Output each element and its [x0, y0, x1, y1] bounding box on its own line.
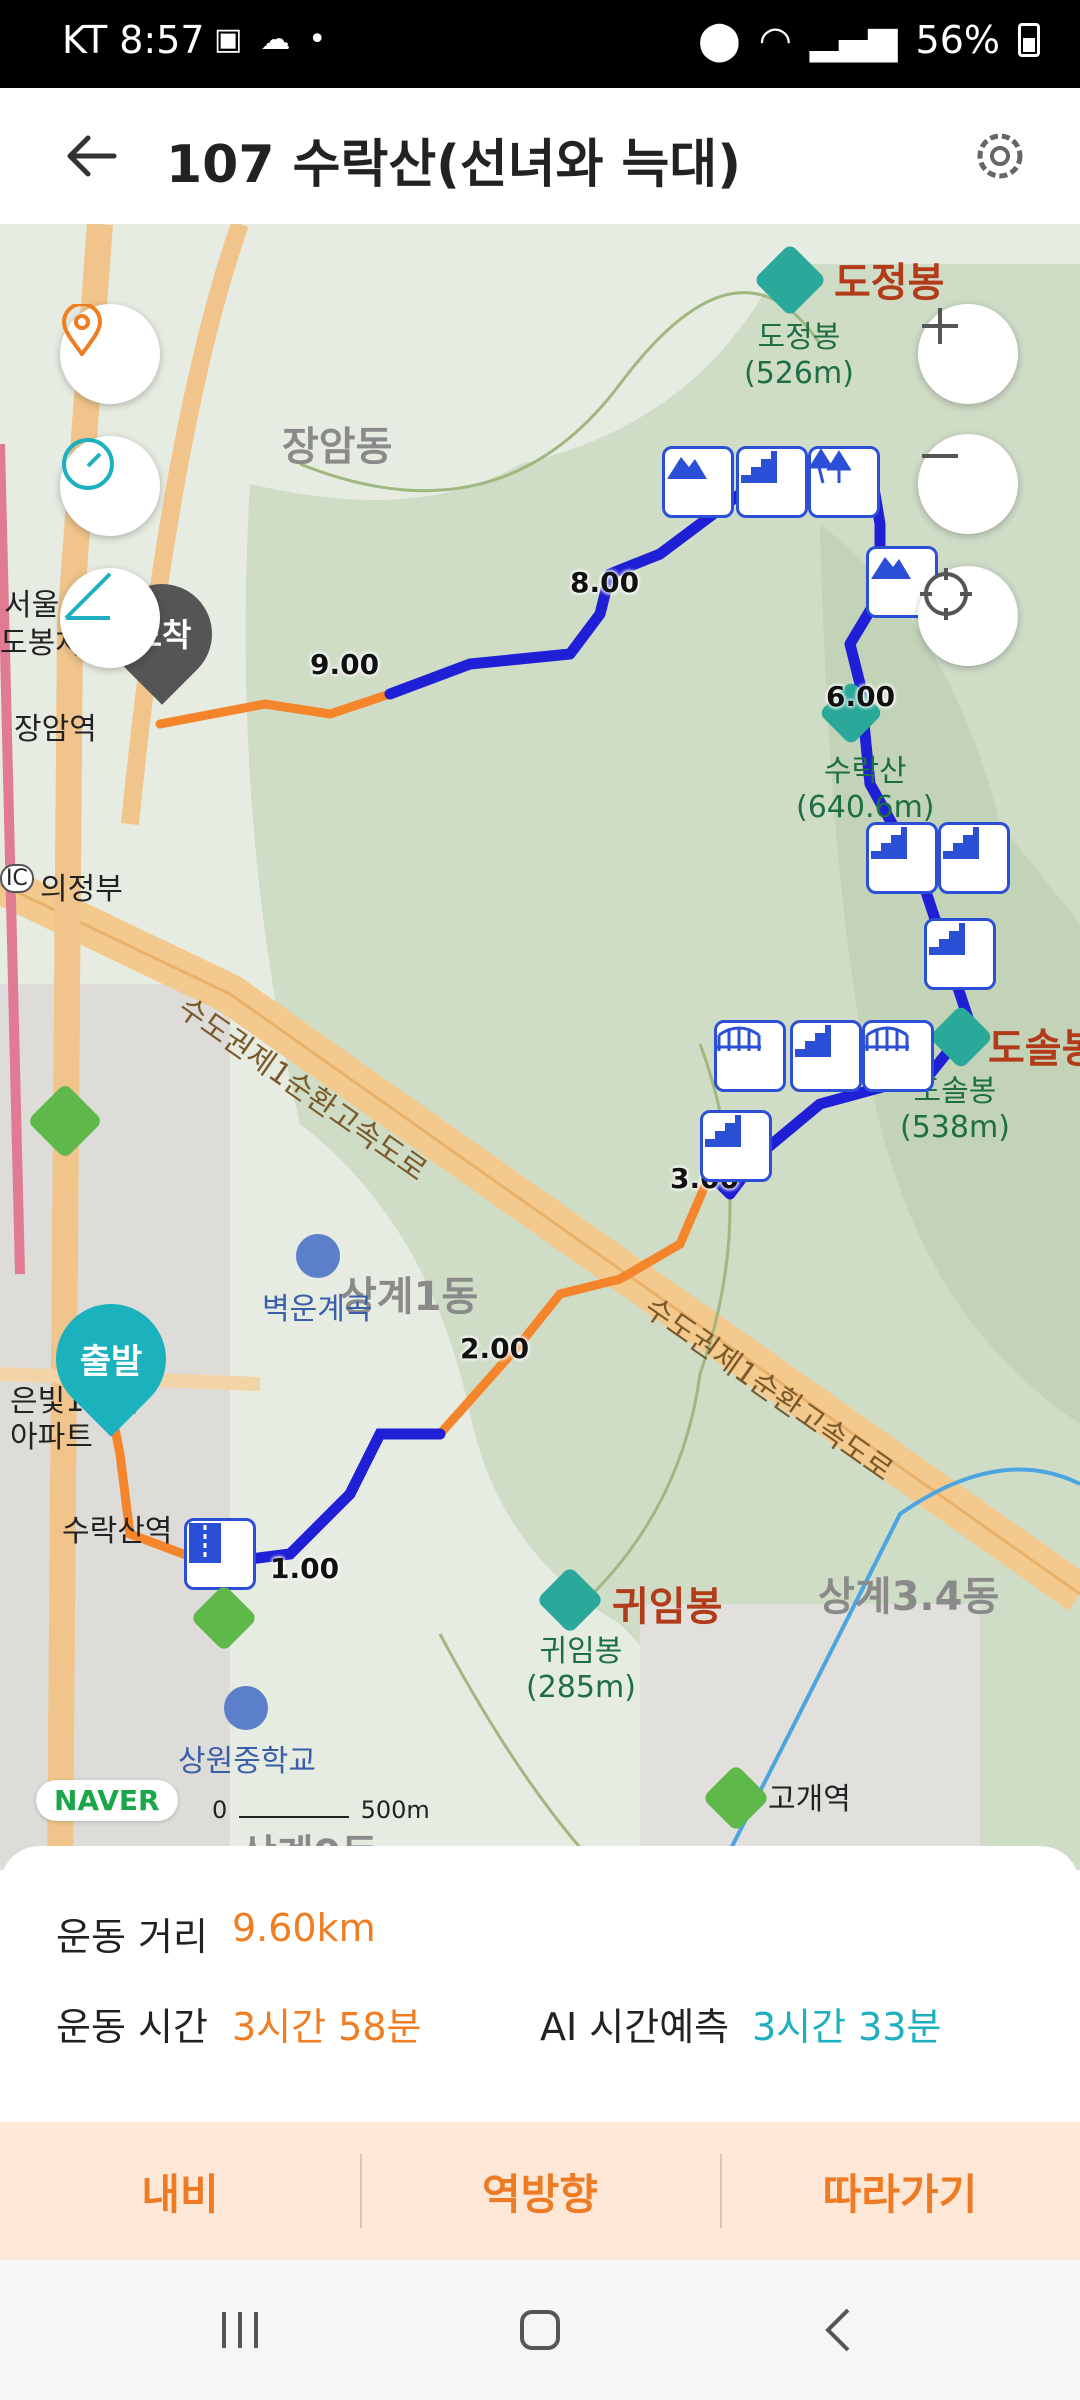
peak-name[interactable]: 도솔봉	[988, 1016, 1080, 1074]
recent-apps-icon[interactable]	[200, 2300, 280, 2360]
crosshair-icon	[920, 568, 972, 620]
gallery-icon: ▣	[214, 22, 243, 57]
signal-icon: ▂▄▆	[809, 18, 898, 62]
reverse-route-button[interactable]: 역방향	[360, 2122, 720, 2260]
battery-percent: 56%	[915, 18, 1000, 62]
peak-name[interactable]: 귀임봉	[612, 1574, 722, 1632]
km-marker: 9.00	[310, 648, 380, 681]
valley-icon[interactable]	[296, 1234, 340, 1278]
zoom-out-button[interactable]	[918, 434, 1018, 534]
bridge-poi-icon[interactable]	[862, 1020, 934, 1092]
peak-detail: 귀임봉 (285m)	[526, 1634, 636, 1705]
km-marker: 6.00	[826, 680, 896, 713]
page-title: 107 수락산(선녀와 늑대)	[166, 135, 742, 195]
start-label: 출발	[79, 1342, 143, 1382]
system-nav-bar	[0, 2260, 1080, 2400]
home-icon[interactable]	[500, 2300, 580, 2360]
dot-icon: •	[308, 22, 327, 57]
km-marker: 1.00	[270, 1552, 340, 1585]
distance-label: 운동 거리	[56, 1915, 208, 1959]
wifi-icon: ◠	[758, 18, 792, 62]
km-marker: 8.00	[570, 566, 640, 599]
stairs-poi-icon[interactable]	[790, 1020, 862, 1092]
status-bar: KT 8:57 ▣ ☁ • ⬤ ◠ ▂▄▆ 56%	[0, 0, 1080, 88]
map-scale: 0 500m	[212, 1796, 430, 1824]
battery-icon	[1018, 23, 1040, 57]
scale-length: 500m	[360, 1796, 430, 1824]
follow-route-button[interactable]: 따라가기	[720, 2122, 1080, 2260]
scale-zero: 0	[212, 1796, 228, 1824]
stairs-poi-icon[interactable]	[924, 918, 996, 990]
stairs-poi-icon[interactable]	[700, 1110, 772, 1182]
back-arrow-icon[interactable]	[60, 126, 120, 186]
navigation-button[interactable]: 내비	[0, 2122, 360, 2260]
summary-panel: 운동 거리 9.60km 운동 시간 3시간 58분 AI 시간예측 3시간 3…	[0, 1846, 1080, 2098]
slope-button[interactable]	[60, 568, 160, 668]
map-view[interactable]: 장암동 상계1동 상계3.4동 상계9동 도정봉 도정봉 (526m) 수락산 …	[0, 224, 1080, 1870]
km-marker: 2.00	[460, 1332, 530, 1365]
distance-value: 9.60km	[232, 1906, 376, 1950]
crosswalk-poi-icon[interactable]	[184, 1518, 256, 1590]
ai-time-value: 3시간 33분	[752, 2005, 942, 2049]
place-label[interactable]: 의정부	[40, 864, 123, 908]
peak-detail: 도정봉 (526m)	[744, 320, 854, 391]
speedometer-button[interactable]	[60, 436, 160, 536]
station-label[interactable]: 수락산역	[62, 1506, 172, 1550]
station-label[interactable]: 고개역	[768, 1774, 851, 1818]
location-icon: ⬤	[698, 18, 741, 62]
school-icon[interactable]	[224, 1686, 268, 1730]
stairs-poi-icon[interactable]	[736, 446, 808, 518]
location-pin-button[interactable]	[60, 304, 160, 404]
area-label: 장암동	[282, 424, 393, 470]
stairs-poi-icon[interactable]	[866, 822, 938, 894]
peak-name[interactable]: 도정봉	[834, 250, 944, 308]
location-pin-icon	[61, 304, 103, 356]
header: 107 수락산(선녀와 늑대)	[0, 88, 1080, 225]
stairs-poi-icon[interactable]	[938, 822, 1010, 894]
forest-poi-icon[interactable]	[808, 446, 880, 518]
time-value: 3시간 58분	[232, 2005, 422, 2049]
plus-icon	[922, 308, 958, 344]
cloud-icon: ☁	[260, 22, 291, 57]
notification-icons: ▣ ☁ •	[214, 22, 326, 57]
ai-time-label: AI 시간예측	[540, 2005, 730, 2049]
zoom-in-button[interactable]	[918, 304, 1018, 404]
slope-icon	[64, 572, 112, 620]
area-label: 상계3.4동	[818, 1574, 1000, 1620]
minus-icon	[922, 454, 958, 458]
back-icon[interactable]	[800, 2300, 880, 2360]
naver-logo: NAVER	[36, 1780, 178, 1821]
ic-badge: IC	[0, 864, 34, 893]
mountain-poi-icon[interactable]	[662, 446, 734, 518]
system-icons: ⬤ ◠ ▂▄▆ 56%	[698, 18, 1040, 62]
bridge-poi-icon[interactable]	[714, 1020, 786, 1092]
speedometer-icon	[62, 438, 114, 490]
time-label: 운동 시간	[56, 2005, 208, 2049]
carrier-time: KT 8:57	[62, 18, 205, 62]
place-label[interactable]: 상원중학교	[178, 1736, 316, 1780]
gear-icon[interactable]	[968, 124, 1032, 188]
peak-detail: 수락산 (640.6m)	[796, 754, 935, 825]
action-bar: 내비 역방향 따라가기	[0, 2122, 1080, 2260]
recenter-button[interactable]	[918, 566, 1018, 666]
place-label[interactable]: 벽운계곡	[262, 1284, 372, 1328]
station-label[interactable]: 장암역	[14, 704, 97, 748]
